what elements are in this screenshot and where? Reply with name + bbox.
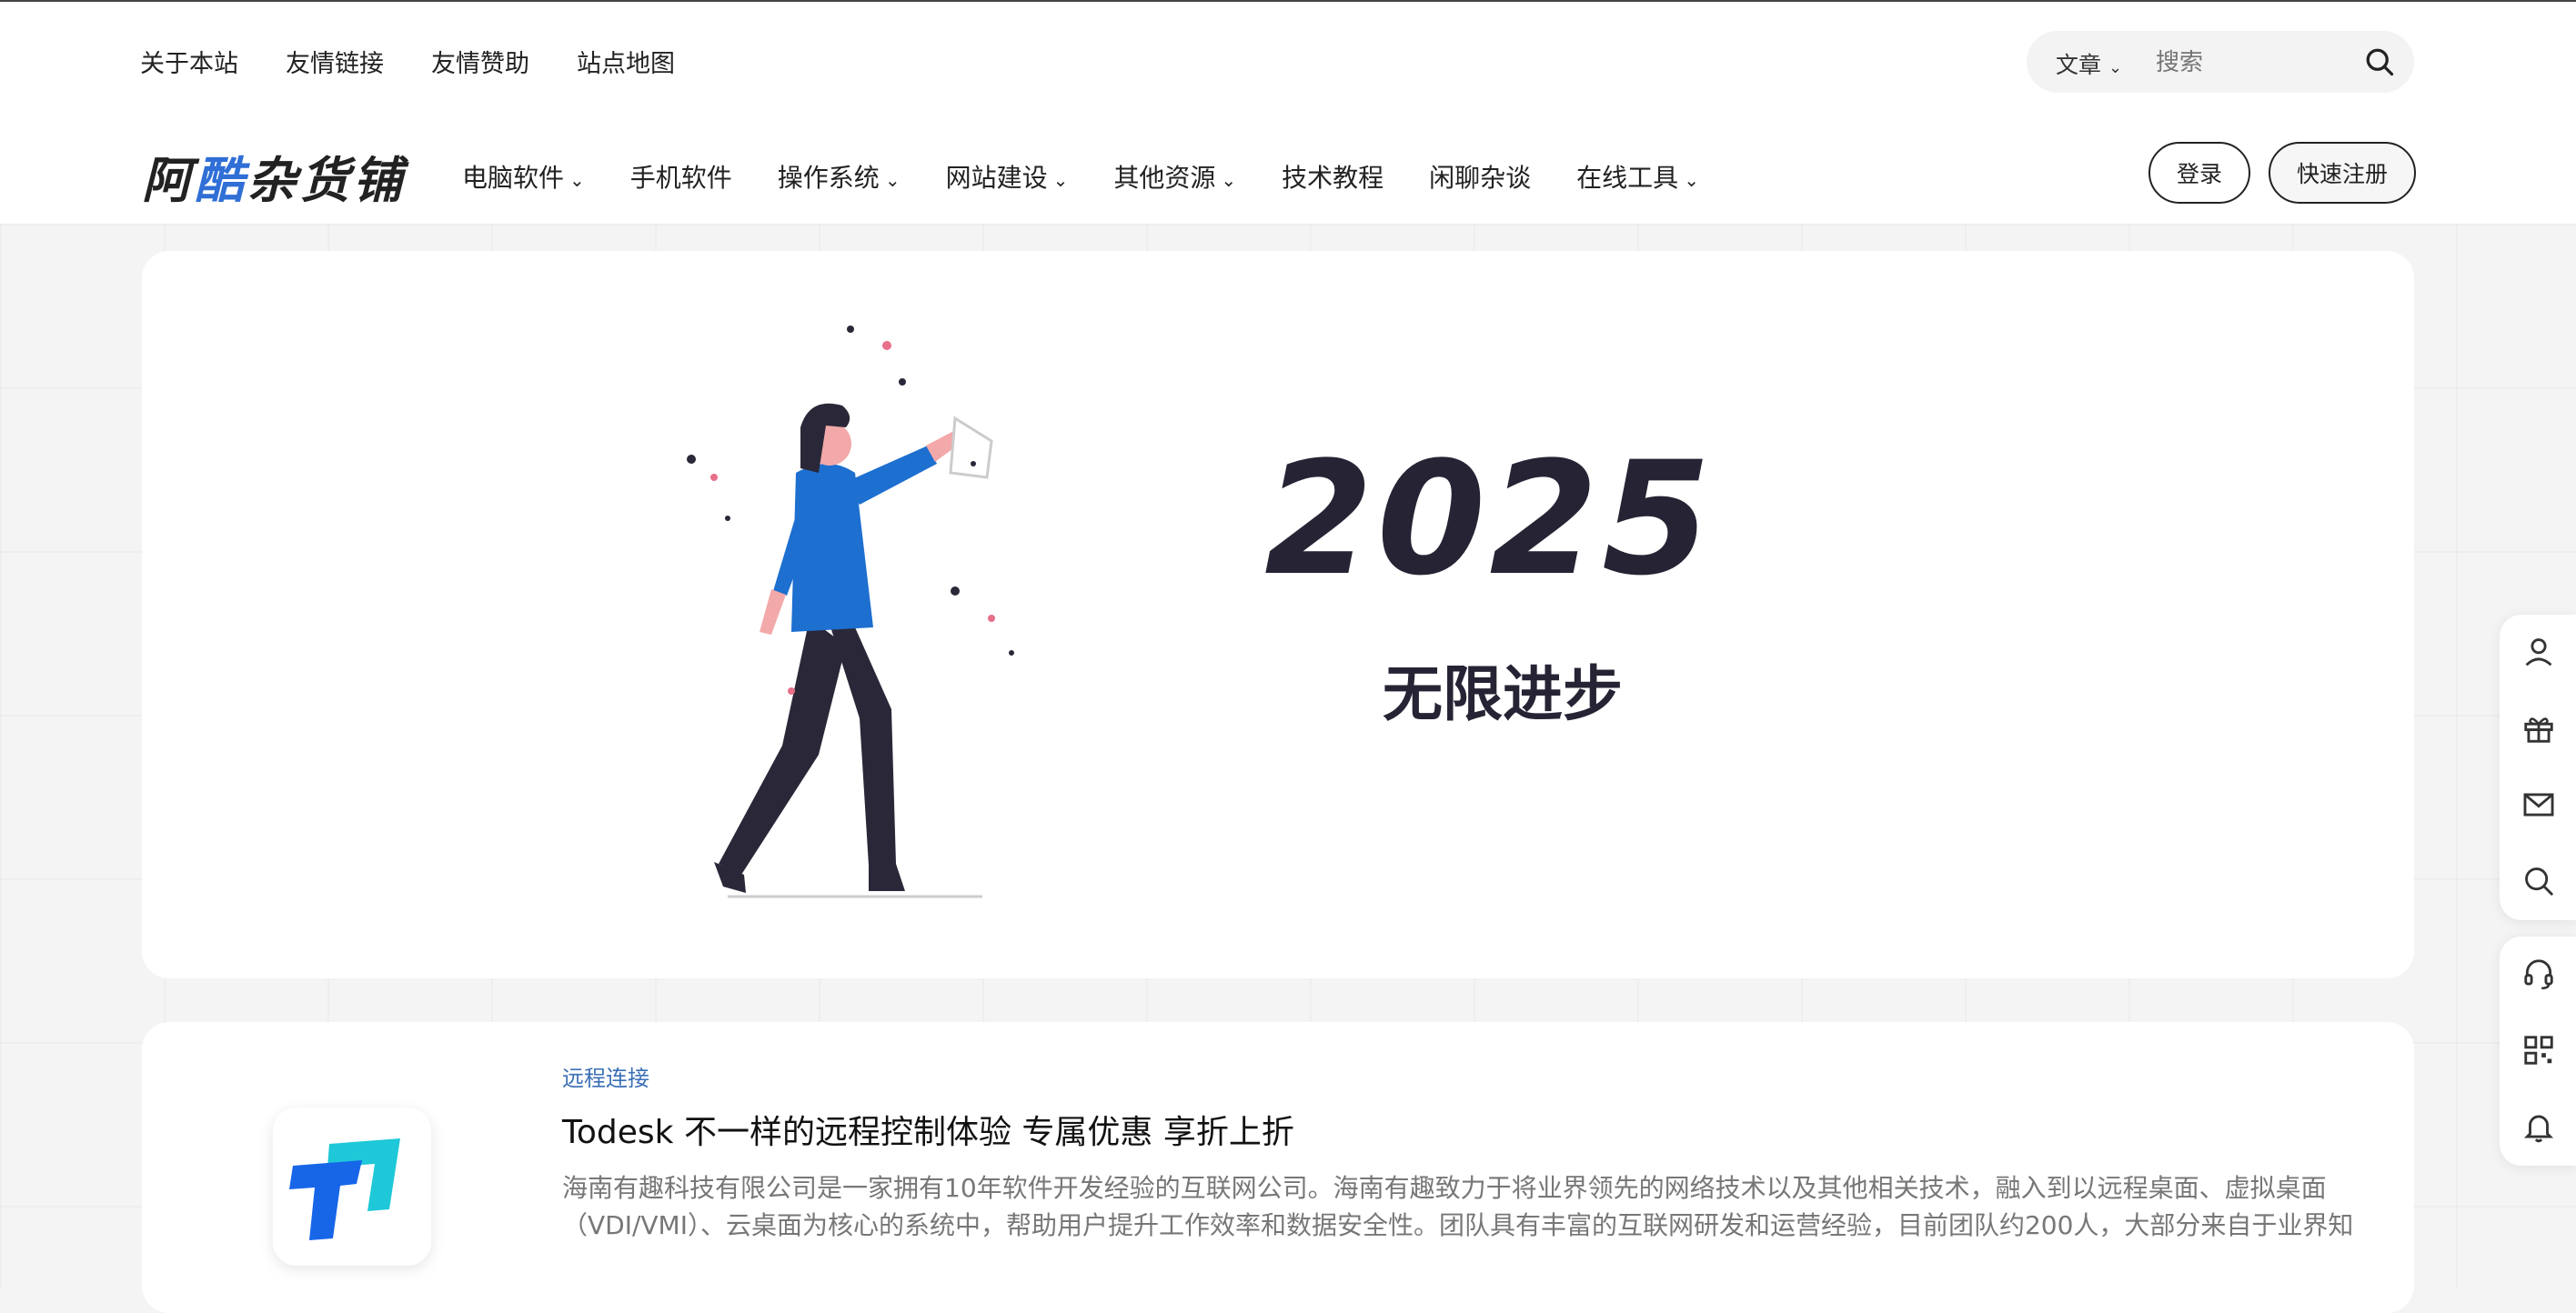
- search-box: 文章 ⌄: [2027, 31, 2414, 93]
- main-navbar: 阿酷杂货铺 电脑软件 ⌄ 手机软件 操作系统 ⌄ 网站建设 ⌄ 其他资源 ⌄ 技术教程 …: [0, 120, 2576, 225]
- nav-item-pc-software[interactable]: 电脑软件 ⌄: [462, 158, 585, 195]
- qrcode-icon[interactable]: [2521, 1033, 2556, 1067]
- search-icon[interactable]: [2363, 45, 2396, 78]
- banner-year: 2025: [1264, 427, 1715, 610]
- chevron-down-icon: ⌄: [2108, 58, 2123, 77]
- gift-icon[interactable]: [2521, 711, 2556, 746]
- article-card[interactable]: [142, 1022, 2414, 1313]
- main-nav: 电脑软件 ⌄ 手机软件 操作系统 ⌄ 网站建设 ⌄ 其他资源 ⌄ 技术教程 闲聊杂谈 在…: [462, 158, 1745, 195]
- todesk-logo-icon: [289, 1138, 400, 1240]
- chevron-down-icon: ⌄: [1052, 169, 1069, 191]
- headset-icon[interactable]: [2521, 957, 2556, 991]
- article-category[interactable]: 远程连接: [562, 1060, 649, 1092]
- chevron-down-icon: ⌄: [569, 169, 585, 191]
- chevron-down-icon: ⌄: [1684, 169, 1699, 191]
- mail-icon[interactable]: [2521, 787, 2556, 822]
- top-link-friends[interactable]: 友情链接: [286, 44, 384, 79]
- search-input[interactable]: [2154, 44, 2340, 82]
- article-title[interactable]: Todesk 不一样的远程控制体验 专属优惠 享折上折: [562, 1106, 1294, 1153]
- floating-toolbar-top: [2500, 615, 2576, 920]
- register-button[interactable]: 快速注册: [2269, 142, 2416, 204]
- nav-item-online-tools[interactable]: 在线工具 ⌄: [1576, 158, 1699, 195]
- login-button[interactable]: 登录: [2148, 142, 2250, 204]
- top-link-sponsor[interactable]: 友情赞助: [431, 44, 529, 79]
- chevron-down-icon: ⌄: [1221, 169, 1237, 191]
- woman-illustration: [687, 326, 1014, 898]
- floating-toolbar-bottom: [2500, 937, 2576, 1166]
- search-scope-select[interactable]: 文章 ⌄: [2056, 47, 2122, 80]
- search-icon[interactable]: [2521, 864, 2556, 898]
- site-logo[interactable]: 阿酷杂货铺: [142, 140, 406, 212]
- top-bar: 关于本站 友情链接 友情赞助 站点地图 文章 ⌄: [0, 0, 2576, 122]
- nav-item-tutorials[interactable]: 技术教程: [1282, 158, 1384, 195]
- article-excerpt: 海南有趣科技有限公司是一家拥有10年软件开发经验的互联网公司。海南有趣致力于将业…: [562, 1173, 2354, 1240]
- top-links: 关于本站 友情链接 友情赞助 站点地图: [140, 44, 675, 79]
- top-link-about[interactable]: 关于本站: [140, 44, 238, 79]
- nav-item-other-resources[interactable]: 其他资源 ⌄: [1113, 158, 1236, 195]
- nav-item-chat[interactable]: 闲聊杂谈: [1429, 158, 1531, 195]
- article-thumbnail[interactable]: [273, 1108, 431, 1266]
- user-icon[interactable]: [2521, 635, 2556, 669]
- banner-slogan: 无限进步: [1383, 659, 1623, 729]
- top-link-sitemap[interactable]: 站点地图: [577, 44, 675, 79]
- banner-card[interactable]: [142, 251, 2414, 978]
- nav-item-os[interactable]: 操作系统 ⌄: [778, 158, 901, 195]
- nav-item-mobile-software[interactable]: 手机软件: [630, 158, 732, 195]
- nav-item-web-dev[interactable]: 网站建设 ⌄: [946, 158, 1069, 195]
- chevron-down-icon: ⌄: [884, 169, 901, 191]
- bell-icon[interactable]: [2521, 1109, 2556, 1144]
